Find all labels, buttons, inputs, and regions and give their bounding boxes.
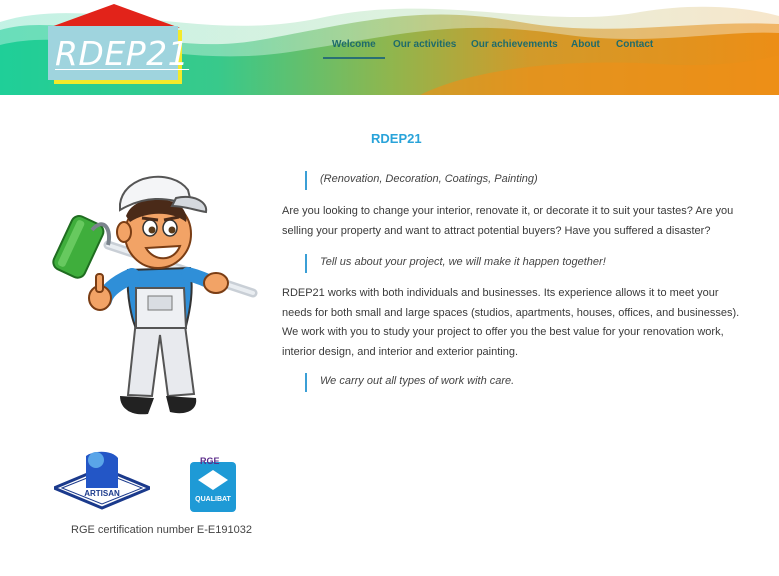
- nav-contact[interactable]: Contact: [616, 39, 653, 50]
- artisan-badge-label: ARTISAN: [84, 489, 120, 498]
- nav-about[interactable]: About: [571, 39, 600, 50]
- description-paragraph: RDEP21 works with both individuals and b…: [282, 287, 740, 358]
- certification-number: RGE certification number E-E191032: [71, 524, 252, 536]
- artisan-badge: ARTISAN: [54, 451, 150, 510]
- intro-paragraph: Are you looking to change your interior,…: [282, 205, 734, 237]
- nav-our-achievements[interactable]: Our achievements: [471, 39, 558, 50]
- site-header: RDEP21 Welcome Our activities Our achiev…: [0, 0, 779, 95]
- rge-qualibat-badge: RGE QUALIBAT: [190, 456, 236, 512]
- quote-project: Tell us about your project, we will make…: [305, 254, 606, 273]
- page-title: RDEP21: [371, 131, 422, 146]
- logo-roof: [48, 4, 180, 28]
- rge-label: RGE: [200, 456, 220, 466]
- main-nav: Welcome Our activities Our achievements …: [0, 39, 779, 59]
- nav-welcome[interactable]: Welcome: [323, 39, 385, 59]
- quote-services: (Renovation, Decoration, Coatings, Paint…: [305, 171, 538, 190]
- quote-care: We carry out all types of work with care…: [305, 373, 514, 392]
- nav-our-activities[interactable]: Our activities: [393, 39, 456, 50]
- qualibat-label: QUALIBAT: [195, 496, 231, 503]
- painter-illustration: [52, 175, 258, 415]
